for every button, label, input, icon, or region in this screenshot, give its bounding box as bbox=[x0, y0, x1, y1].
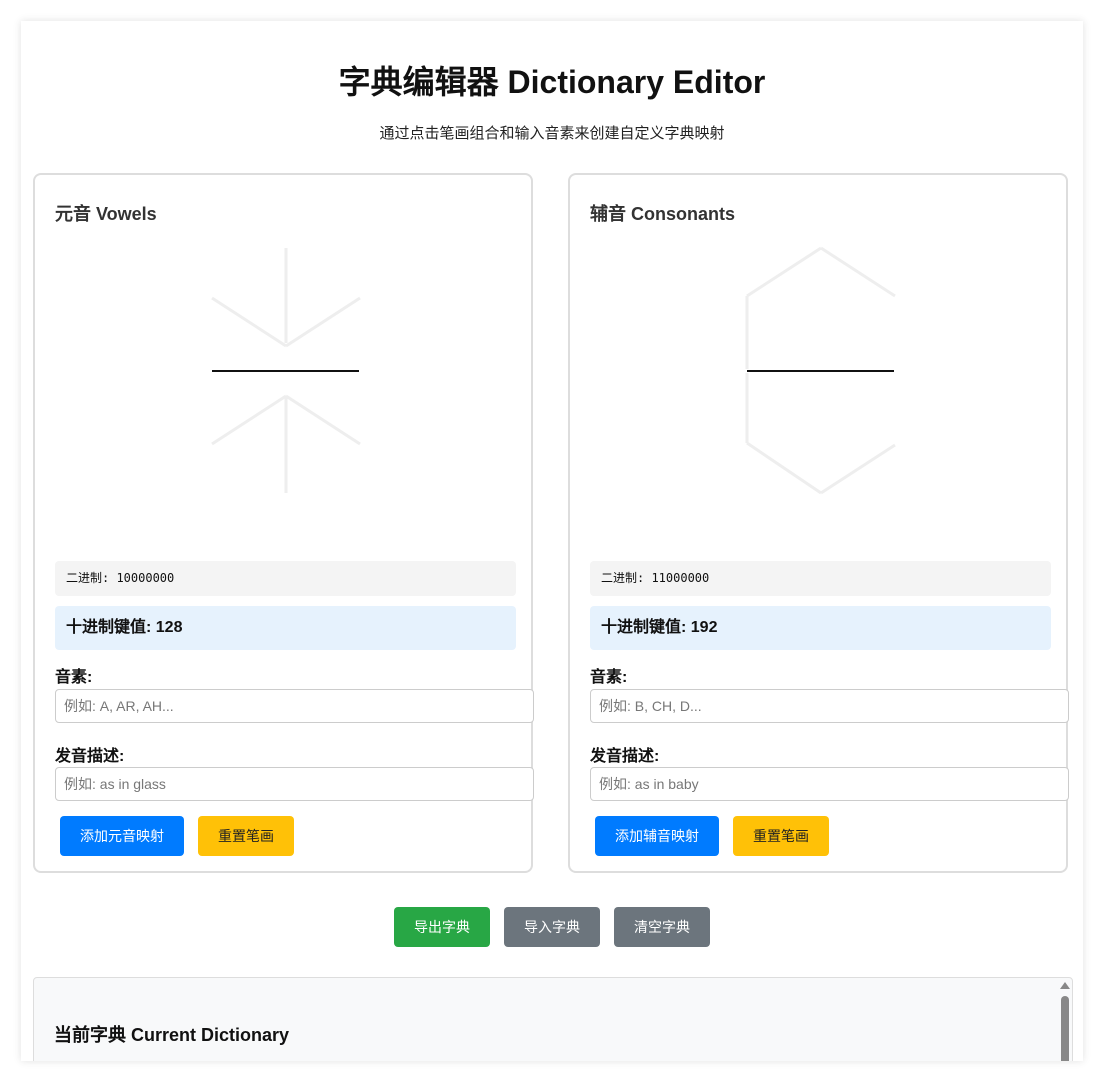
vowels-panel: 元音 Vowels 二进制: 10000000 十进制键值: 128 音素: 发… bbox=[33, 173, 534, 873]
add-vowel-mapping-button[interactable]: 添加元音映射 bbox=[60, 816, 184, 856]
import-dictionary-button[interactable]: 导入字典 bbox=[504, 907, 600, 947]
consonants-panel-title: 辅音 Consonants bbox=[590, 204, 736, 224]
vowel-pronunciation-input[interactable] bbox=[55, 767, 534, 801]
add-consonant-mapping-button[interactable]: 添加辅音映射 bbox=[595, 816, 719, 856]
consonant-pronunciation-input[interactable] bbox=[590, 767, 1069, 801]
consonant-pronunciation-label: 发音描述: bbox=[590, 748, 660, 765]
reset-consonant-strokes-button[interactable]: 重置笔画 bbox=[733, 816, 829, 856]
current-dictionary-panel: 当前字典 Current Dictionary bbox=[33, 977, 1073, 1061]
export-dictionary-button[interactable]: 导出字典 bbox=[394, 907, 490, 947]
reset-vowel-strokes-button[interactable]: 重置笔画 bbox=[198, 816, 294, 856]
vowel-stroke-bottom-right[interactable] bbox=[285, 394, 361, 446]
consonant-stroke-top-right[interactable] bbox=[820, 246, 896, 298]
vowel-stroke-top-left[interactable] bbox=[211, 296, 287, 348]
vowel-decimal-key-display: 十进制键值: 128 bbox=[55, 606, 516, 650]
vowels-panel-title: 元音 Vowels bbox=[55, 204, 157, 224]
consonant-decimal-key-display: 十进制键值: 192 bbox=[590, 606, 1051, 650]
vowel-phoneme-label: 音素: bbox=[55, 669, 93, 686]
vowel-stroke-canvas bbox=[211, 248, 361, 493]
consonants-panel: 辅音 Consonants 二进制: 11000000 十进制键值: 192 音… bbox=[568, 173, 1069, 873]
scrollbar-thumb[interactable] bbox=[1061, 996, 1069, 1061]
vowel-binary-display: 二进制: 10000000 bbox=[55, 561, 516, 596]
vowel-phoneme-input[interactable] bbox=[55, 689, 534, 723]
page-title: 字典编辑器 Dictionary Editor bbox=[338, 64, 766, 100]
vowel-stroke-top-right[interactable] bbox=[285, 296, 361, 348]
consonant-binary-display: 二进制: 11000000 bbox=[590, 561, 1051, 596]
scroll-up-arrow-icon[interactable] bbox=[1060, 982, 1070, 989]
page-subtitle: 通过点击笔画组合和输入音素来创建自定义字典映射 bbox=[379, 125, 725, 142]
consonant-stroke-top-left[interactable] bbox=[746, 246, 822, 298]
vowel-pronunciation-label: 发音描述: bbox=[55, 748, 125, 765]
clear-dictionary-button[interactable]: 清空字典 bbox=[614, 907, 710, 947]
consonant-phoneme-label: 音素: bbox=[590, 669, 628, 686]
consonant-stroke-bottom-right[interactable] bbox=[820, 443, 896, 495]
consonant-stroke-canvas bbox=[745, 246, 896, 495]
current-dictionary-title: 当前字典 Current Dictionary bbox=[54, 1025, 290, 1045]
vowel-stroke-bottom-left[interactable] bbox=[211, 394, 287, 446]
consonant-phoneme-input[interactable] bbox=[590, 689, 1069, 723]
consonant-stroke-bottom-left[interactable] bbox=[746, 441, 822, 495]
dictionary-editor-page: 字典编辑器 Dictionary Editor 通过点击笔画组合和输入音素来创建… bbox=[21, 21, 1083, 1061]
